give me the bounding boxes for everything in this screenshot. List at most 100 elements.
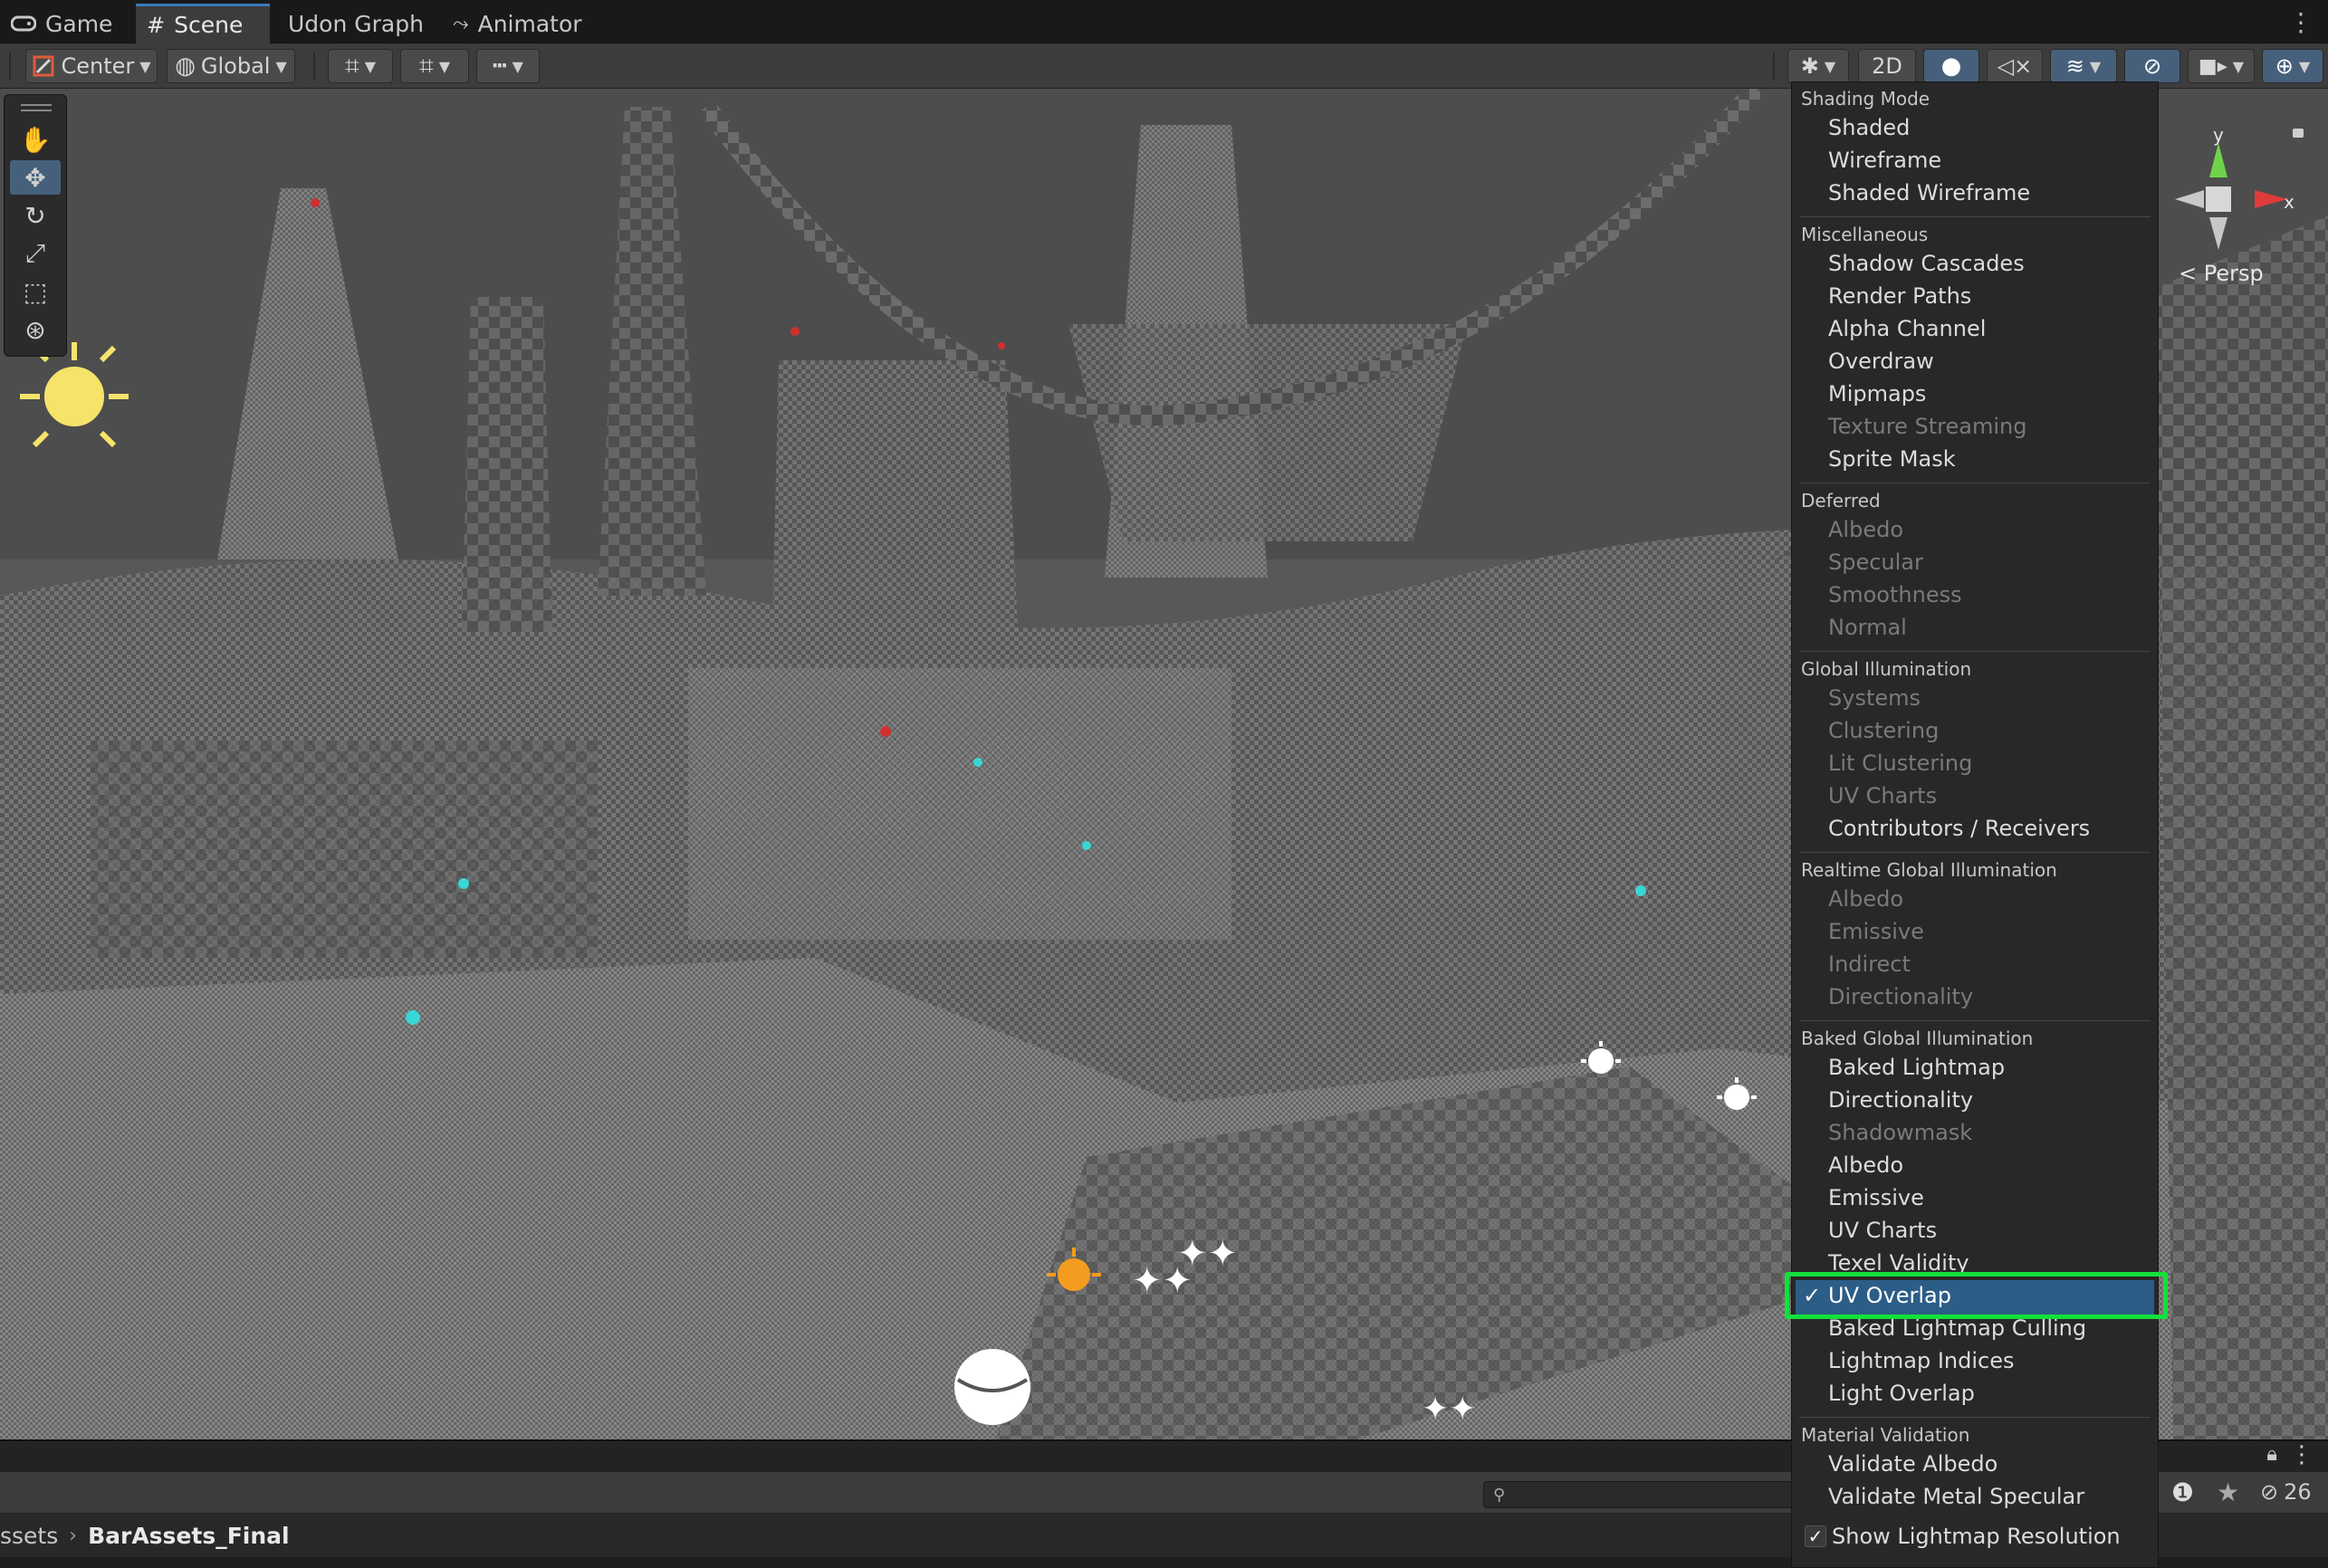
breadcrumb-current[interactable]: BarAssets_Final xyxy=(88,1523,290,1549)
tab-scene[interactable]: # Scene xyxy=(136,4,270,43)
menu-item-validate-metal-specular[interactable]: Validate Metal Specular xyxy=(1828,1484,2084,1509)
section-baked-gi: Baked Global Illumination xyxy=(1801,1028,2034,1049)
space-mode-dropdown[interactable]: ◍ Global ▼ xyxy=(167,49,295,83)
grid-snap-icon: ⌗ xyxy=(344,51,359,81)
menu-item-shaded-wireframe[interactable]: Shaded Wireframe xyxy=(1828,180,2030,206)
eye-slash-icon: ⊘ xyxy=(2142,53,2162,79)
show-lightmap-resolution-label[interactable]: Show Lightmap Resolution xyxy=(1832,1524,2121,1549)
pivot-mode-label: Center xyxy=(61,53,135,79)
menu-item-wireframe[interactable]: Wireframe xyxy=(1828,148,1941,173)
project-search-input[interactable]: ⚲ xyxy=(1483,1481,1809,1508)
more-options-icon[interactable]: ⋮ xyxy=(2290,1441,2314,1468)
menu-item-baked-uv-charts[interactable]: UV Charts xyxy=(1828,1218,1937,1243)
lock-icon[interactable] xyxy=(2293,129,2304,138)
show-lightmap-resolution-checkbox[interactable]: ✓ xyxy=(1805,1525,1826,1547)
gizmo-x-axis[interactable] xyxy=(2255,190,2287,208)
rect-icon: ⬚ xyxy=(23,276,48,307)
menu-item-deferred-albedo: Albedo xyxy=(1828,517,1904,542)
section-miscellaneous: Miscellaneous xyxy=(1801,224,1929,245)
menu-item-realtime-albedo: Albedo xyxy=(1828,886,1904,912)
menu-item-realtime-emissive: Emissive xyxy=(1828,919,1924,944)
search-icon: ⚲ xyxy=(1493,1485,1506,1505)
menu-item-lightmap-indices[interactable]: Lightmap Indices xyxy=(1828,1348,2015,1373)
grid-icon: # xyxy=(147,12,166,38)
menu-item-shaded[interactable]: Shaded xyxy=(1828,115,1910,140)
gizmo-neg-y-axis[interactable] xyxy=(2209,217,2227,250)
breadcrumb-parent[interactable]: ssets xyxy=(0,1523,58,1549)
hand-tool-button[interactable]: ✋ xyxy=(10,122,61,157)
gizmo-y-label: y xyxy=(2213,124,2224,146)
transform-tool-button[interactable]: ⊛ xyxy=(10,312,61,347)
tab-scene-label: Scene xyxy=(174,12,244,38)
hidden-objects-counter[interactable]: ⊘ 26 xyxy=(2260,1479,2312,1505)
lock-icon[interactable]: 🔒︎ xyxy=(2266,1443,2277,1466)
selection-highlight-box xyxy=(1785,1272,2168,1319)
menu-item-baked-emissive[interactable]: Emissive xyxy=(1828,1185,1924,1210)
camera-settings-dropdown[interactable]: ■▸ ▼ xyxy=(2188,49,2255,83)
transform-icon: ⊛ xyxy=(24,314,46,345)
scene-visibility-button[interactable]: ⊘ xyxy=(2124,49,2180,83)
ruler-snap-button[interactable]: ┅ ▼ xyxy=(476,49,540,83)
gizmo-sphere-icon: ⊕ xyxy=(2275,53,2294,79)
menu-item-gi-contributors-receivers[interactable]: Contributors / Receivers xyxy=(1828,816,2090,841)
palette-grip[interactable] xyxy=(21,104,52,106)
menu-item-alpha-channel[interactable]: Alpha Channel xyxy=(1828,316,1986,341)
lighting-toggle-button[interactable]: ● xyxy=(1923,49,1979,83)
rotate-tool-button[interactable]: ↻ xyxy=(10,198,61,233)
gizmos-dropdown[interactable]: ⊕ ▼ xyxy=(2262,49,2323,83)
section-deferred: Deferred xyxy=(1801,490,1881,512)
rect-tool-button[interactable]: ⬚ xyxy=(10,274,61,309)
draw-mode-dropdown[interactable]: ✱ ▼ xyxy=(1787,49,1849,83)
grid-snapping-button[interactable]: ⌗ ▼ xyxy=(328,49,393,83)
menu-item-validate-albedo[interactable]: Validate Albedo xyxy=(1828,1451,1997,1477)
debug-bug-icon: ✱ xyxy=(1800,53,1819,79)
palette-grip[interactable] xyxy=(21,110,52,111)
gizmo-neg-x-axis[interactable] xyxy=(2175,190,2204,208)
chevron-right-icon: › xyxy=(69,1524,78,1547)
audio-toggle-button[interactable]: ◁× xyxy=(1987,49,2043,83)
menu-item-overdraw[interactable]: Overdraw xyxy=(1828,349,1934,374)
increment-snap-icon: ⌗ xyxy=(418,51,434,81)
hidden-count: 26 xyxy=(2284,1479,2312,1505)
section-shading-mode: Shading Mode xyxy=(1801,88,1930,110)
move-icon: ✥ xyxy=(24,162,46,193)
orientation-gizmo[interactable]: y x xyxy=(2164,105,2309,286)
favorite-star-icon[interactable]: ★ xyxy=(2217,1477,2239,1507)
menu-item-baked-albedo[interactable]: Albedo xyxy=(1828,1152,1903,1178)
checkmark-icon: ✓ xyxy=(1807,1525,1824,1547)
gizmo-x-label: x xyxy=(2284,191,2294,213)
chevron-down-icon: ▼ xyxy=(275,57,287,75)
menu-item-mipmaps[interactable]: Mipmaps xyxy=(1828,381,1926,406)
pivot-icon xyxy=(33,55,54,77)
menu-item-baked-lightmap-culling[interactable]: Baked Lightmap Culling xyxy=(1828,1315,2086,1341)
projection-toggle[interactable]: < Persp xyxy=(2179,261,2264,286)
increment-snap-button[interactable]: ⌗ ▼ xyxy=(400,49,469,83)
menu-item-deferred-specular: Specular xyxy=(1828,550,1923,575)
menu-item-render-paths[interactable]: Render Paths xyxy=(1828,283,1971,309)
menu-item-sprite-mask[interactable]: Sprite Mask xyxy=(1828,446,1956,472)
menu-item-baked-lightmap[interactable]: Baked Lightmap xyxy=(1828,1055,2005,1080)
chevron-down-icon: ▼ xyxy=(512,57,523,75)
gizmo-y-axis[interactable] xyxy=(2209,143,2227,177)
more-options-icon[interactable]: ⋮ xyxy=(2288,7,2314,37)
editor-tab-bar: Game # Scene Udon Graph ⤳ Animator ⋮ xyxy=(0,0,2328,43)
globe-icon: ◍ xyxy=(175,53,196,80)
2d-toggle-button[interactable]: 2D xyxy=(1858,49,1916,83)
eye-slash-icon: ⊘ xyxy=(2260,1479,2279,1505)
effects-dropdown[interactable]: ≋ ▼ xyxy=(2050,49,2117,83)
tab-udon-graph[interactable]: Udon Graph xyxy=(277,4,435,43)
menu-item-deferred-normal: Normal xyxy=(1828,615,1907,640)
scale-tool-button[interactable]: ⤢ xyxy=(10,236,61,271)
menu-item-light-overlap[interactable]: Light Overlap xyxy=(1828,1381,1975,1406)
gizmo-center-cube[interactable] xyxy=(2206,186,2231,212)
menu-item-shadow-cascades[interactable]: Shadow Cascades xyxy=(1828,251,2025,276)
menu-item-gi-clustering: Clustering xyxy=(1828,718,1940,743)
pivot-mode-dropdown[interactable]: Center ▼ xyxy=(25,49,158,83)
menu-item-deferred-smoothness: Smoothness xyxy=(1828,582,1962,607)
menu-item-baked-directionality[interactable]: Directionality xyxy=(1828,1087,1973,1113)
console-alert-icon[interactable]: ❶ xyxy=(2171,1477,2194,1507)
tab-animator[interactable]: ⤳ Animator xyxy=(442,4,593,43)
tab-game[interactable]: Game xyxy=(0,4,123,43)
move-tool-button[interactable]: ✥ xyxy=(10,160,61,195)
chevron-down-icon: ▼ xyxy=(2089,57,2102,75)
